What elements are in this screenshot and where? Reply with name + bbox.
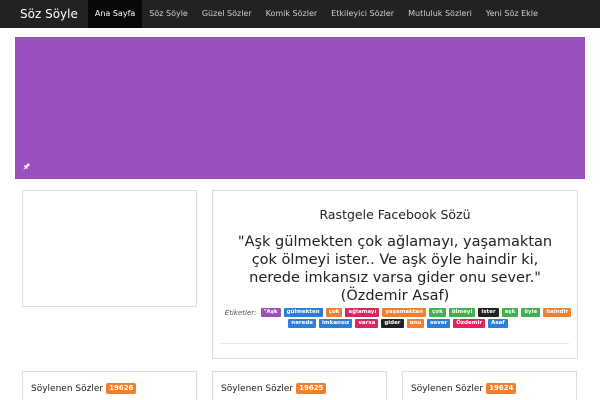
card-title: Söylenen Sözler 19625 [221, 383, 327, 394]
tag-chip[interactable]: ölmeyi [448, 308, 476, 317]
brand-link[interactable]: Söz Söyle [0, 0, 88, 28]
card-title: Söylenen Sözler 19626 [31, 383, 137, 394]
nav-item-komik-sozler[interactable]: Komik Sözler [259, 0, 325, 28]
tags-row: Etiketler: "Aşk gülmekten çok ağlamayı yaşam… [222, 308, 574, 328]
tag-chip[interactable]: ağlamayı [345, 308, 380, 317]
card-title-text: Söylenen Sözler [411, 383, 484, 394]
tag-chip[interactable]: öyle [521, 308, 541, 317]
tag-chip[interactable]: çok [325, 308, 343, 317]
divider [221, 343, 569, 344]
count-badge: 19625 [296, 383, 327, 394]
latest-quote-card: Söylenen Sözler 19626 [22, 371, 197, 400]
tag-chip[interactable]: gülmekten [283, 308, 323, 317]
card-title: Söylenen Sözler 19624 [411, 383, 517, 394]
tag-chip[interactable]: onu [406, 319, 425, 328]
tag-chip[interactable]: haindir [543, 308, 572, 317]
main-nav: Ana Sayfa Söz Söyle Güzel Sözler Komik S… [87, 0, 545, 28]
nav-item-yeni-soz-ekle[interactable]: Yeni Söz Ekle [479, 0, 545, 28]
card-title-text: Söylenen Sözler [221, 383, 294, 394]
nav-item-guzel-sozler[interactable]: Güzel Sözler [195, 0, 259, 28]
tags-label: Etiketler: [224, 308, 257, 317]
tag-chip[interactable]: ister [478, 308, 499, 317]
tag-chip[interactable]: yaşamaktan [382, 308, 427, 317]
tag-chip[interactable]: Asaf [488, 319, 508, 328]
latest-quote-card: Söylenen Sözler 19624 [402, 371, 577, 400]
tag-chip[interactable]: "Aşk [260, 308, 281, 317]
quote-text: "Aşk gülmekten çok ağlamayı, yaşamaktan … [237, 234, 553, 304]
side-ad-box [22, 190, 197, 307]
top-navbar: Söz Söyle Ana Sayfa Söz Söyle Güzel Sözl… [0, 0, 600, 28]
nav-item-etkileyici-sozler[interactable]: Etkileyici Sözler [324, 0, 401, 28]
pin-icon [23, 162, 31, 170]
tag-chip[interactable]: Özdemir [453, 319, 486, 328]
nav-item-soz-soyle[interactable]: Söz Söyle [142, 0, 195, 28]
tag-chip[interactable]: nerede [288, 319, 317, 328]
tag-chip[interactable]: aşk [501, 308, 519, 317]
banner-ad[interactable] [15, 37, 585, 179]
tag-chip[interactable]: varsa [355, 319, 379, 328]
tag-chip[interactable]: çok [429, 308, 446, 317]
count-badge: 19626 [106, 383, 137, 394]
tag-chip[interactable]: sever [427, 319, 451, 328]
tag-chip[interactable]: gider [381, 319, 404, 328]
nav-item-ana-sayfa[interactable]: Ana Sayfa [87, 0, 143, 28]
quote-panel-title: Rastgele Facebook Sözü [319, 207, 471, 222]
latest-quote-card: Söylenen Sözler 19625 [212, 371, 387, 400]
nav-item-mutluluk-sozleri[interactable]: Mutluluk Sözleri [401, 0, 479, 28]
tag-chip[interactable]: imkansız [319, 319, 353, 328]
card-title-text: Söylenen Sözler [31, 383, 104, 394]
count-badge: 19624 [486, 383, 517, 394]
random-quote-panel: Rastgele Facebook Sözü "Aşk gülmekten ço… [212, 190, 578, 359]
